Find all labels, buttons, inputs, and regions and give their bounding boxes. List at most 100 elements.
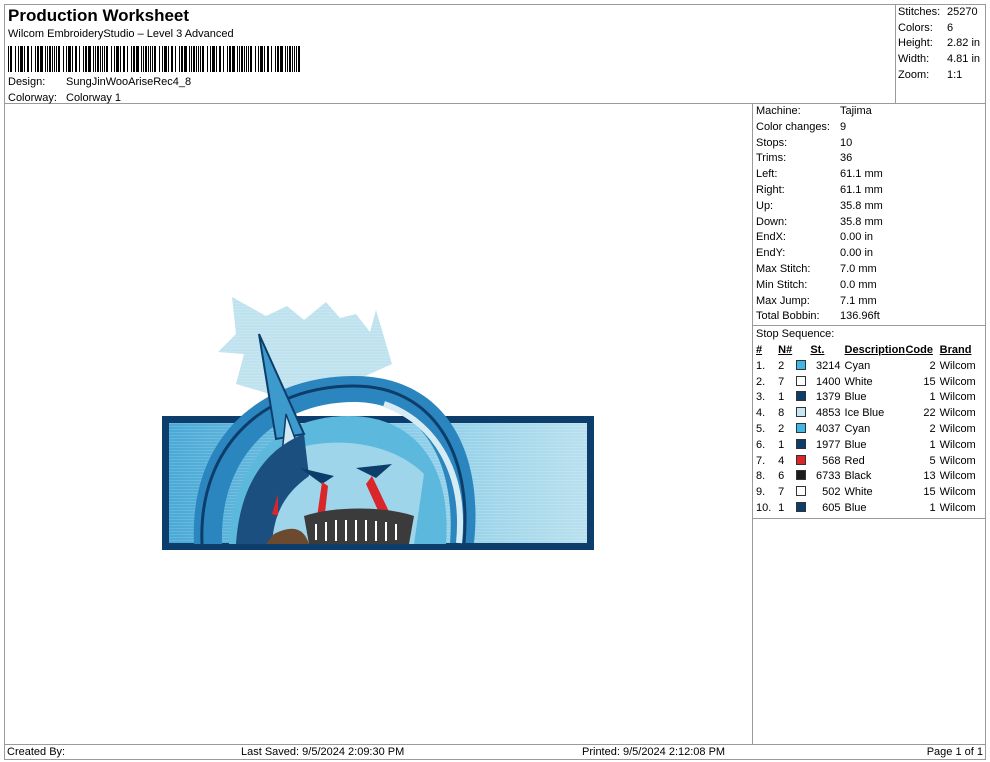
thread-brand: Wilcom [939, 454, 976, 467]
stat-row: Colors: 6 [898, 21, 954, 34]
prop-row: Down: 35.8 mm [756, 215, 883, 228]
thread-brand: Wilcom [939, 359, 976, 372]
prop-row: Right: 61.1 mm [756, 183, 883, 196]
color-swatch-cell [796, 374, 810, 390]
color-description: Cyan [844, 423, 871, 436]
needle-number: 8 [778, 407, 785, 420]
color-description: Cyan [844, 359, 871, 372]
thread-brand: Wilcom [939, 486, 976, 499]
thread-brand: Wilcom [939, 407, 976, 420]
design-label: Design: [8, 76, 46, 88]
embroidery-design-image [162, 297, 594, 550]
prop-row: Color changes: 9 [756, 120, 847, 133]
color-description: White [844, 486, 873, 499]
stitch-count: 605 [822, 502, 841, 515]
row-index: 5. [756, 423, 766, 436]
row-index: 1. [756, 359, 766, 372]
needle-number: 6 [778, 470, 785, 483]
row-index: 10. [756, 502, 772, 515]
thread-brand: Wilcom [939, 502, 976, 515]
info-panel: Machine: Tajima Color changes: 9 Stops: 10 … [753, 104, 986, 744]
table-row: 8. 6 6733 Black 13 Wilcom [756, 469, 984, 485]
table-row: 4. 8 4853 Ice Blue 22 Wilcom [756, 405, 984, 421]
color-code: 13 [923, 470, 936, 483]
color-code: 15 [923, 375, 936, 388]
color-description: Black [844, 470, 872, 483]
color-swatch [796, 391, 807, 402]
needle-number: 1 [778, 502, 785, 515]
color-description: Red [844, 454, 865, 467]
barcode-image [8, 46, 300, 72]
machine-properties: Machine: Tajima Color changes: 9 Stops: 10 … [753, 104, 986, 327]
color-description: Blue [844, 502, 867, 515]
column-header [796, 342, 810, 358]
color-swatch-cell [796, 453, 810, 469]
design-value: SungJinWooAriseRec4_8 [66, 76, 192, 88]
design-row: Design: SungJinWooAriseRec4_8 [8, 76, 191, 88]
prop-row: EndY: 0.00 in [756, 247, 874, 260]
prop-row: Trims: 36 [756, 152, 853, 165]
color-swatch [796, 438, 807, 449]
row-index: 6. [756, 438, 766, 451]
color-swatch-cell [796, 405, 810, 421]
color-description: Blue [844, 438, 867, 451]
color-code: 2 [929, 423, 936, 436]
color-swatch [796, 470, 807, 481]
color-code: 15 [923, 486, 936, 499]
software-subtitle: Wilcom EmbroideryStudio – Level 3 Advanc… [8, 28, 234, 40]
stitch-count: 1379 [816, 391, 841, 404]
stitch-count: 568 [822, 454, 841, 467]
thread-brand: Wilcom [939, 391, 976, 404]
needle-number: 1 [778, 438, 785, 451]
page-title: Production Worksheet [8, 6, 190, 25]
stop-sequence-title: Stop Sequence: [756, 328, 835, 341]
color-swatch-cell [796, 390, 810, 406]
prop-row: Left: 61.1 mm [756, 168, 883, 181]
colorway-row: Colorway: Colorway 1 [8, 92, 121, 104]
needle-number: 2 [778, 423, 785, 436]
worksheet-header: Production Worksheet Wilcom EmbroiderySt… [4, 4, 896, 104]
colorway-label: Colorway: [8, 92, 57, 104]
stat-row: Zoom: 1:1 [898, 68, 963, 81]
prop-row: Machine: Tajima [756, 105, 872, 117]
table-row: 6. 1 1977 Blue 1 Wilcom [756, 437, 984, 453]
color-swatch-cell [796, 484, 810, 500]
color-swatch-cell [796, 469, 810, 485]
worksheet-footer: Created By: Last Saved: 9/5/2024 2:09:30… [4, 744, 986, 760]
table-row: 5. 2 4037 Cyan 2 Wilcom [756, 421, 984, 437]
thread-brand: Wilcom [939, 438, 976, 451]
needle-number: 2 [778, 359, 785, 372]
color-code: 5 [929, 454, 936, 467]
table-row: 9. 7 502 White 15 Wilcom [756, 484, 984, 500]
color-swatch-cell [796, 500, 810, 516]
row-index: 2. [756, 375, 766, 388]
stat-row: Height: 2.82 in [898, 37, 981, 50]
color-swatch-cell [796, 358, 810, 374]
stitch-count: 1400 [816, 375, 841, 388]
created-by: Created By: [7, 746, 66, 758]
color-swatch [796, 454, 807, 465]
table-row: 2. 7 1400 White 15 Wilcom [756, 374, 984, 390]
needle-number: 7 [778, 375, 785, 388]
column-header: Description [844, 344, 906, 357]
design-preview [4, 104, 753, 744]
stitch-count: 502 [822, 486, 841, 499]
column-header: Brand [939, 344, 972, 357]
color-swatch [796, 375, 807, 386]
color-code: 2 [929, 359, 936, 372]
column-header: St. [810, 344, 825, 357]
color-code: 1 [929, 502, 936, 515]
stop-sequence-table: # N# St. Description Code Brand 1. 2 3214 C… [756, 342, 984, 516]
stitch-count: 1977 [816, 438, 841, 451]
color-swatch-cell [796, 421, 810, 437]
row-index: 4. [756, 407, 766, 420]
printed-date: Printed: 9/5/2024 2:12:08 PM [582, 746, 726, 758]
prop-row: Min Stitch: 0.0 mm [756, 278, 877, 291]
table-row: 10. 1 605 Blue 1 Wilcom [756, 500, 984, 516]
color-code: 22 [923, 407, 936, 420]
colorway-value: Colorway 1 [66, 92, 122, 104]
color-description: White [844, 375, 873, 388]
stop-sequence: Stop Sequence: # N# St. Description Code… [753, 326, 986, 519]
prop-row: Max Stitch: 7.0 mm [756, 262, 877, 275]
stitch-count: 4853 [816, 407, 841, 420]
